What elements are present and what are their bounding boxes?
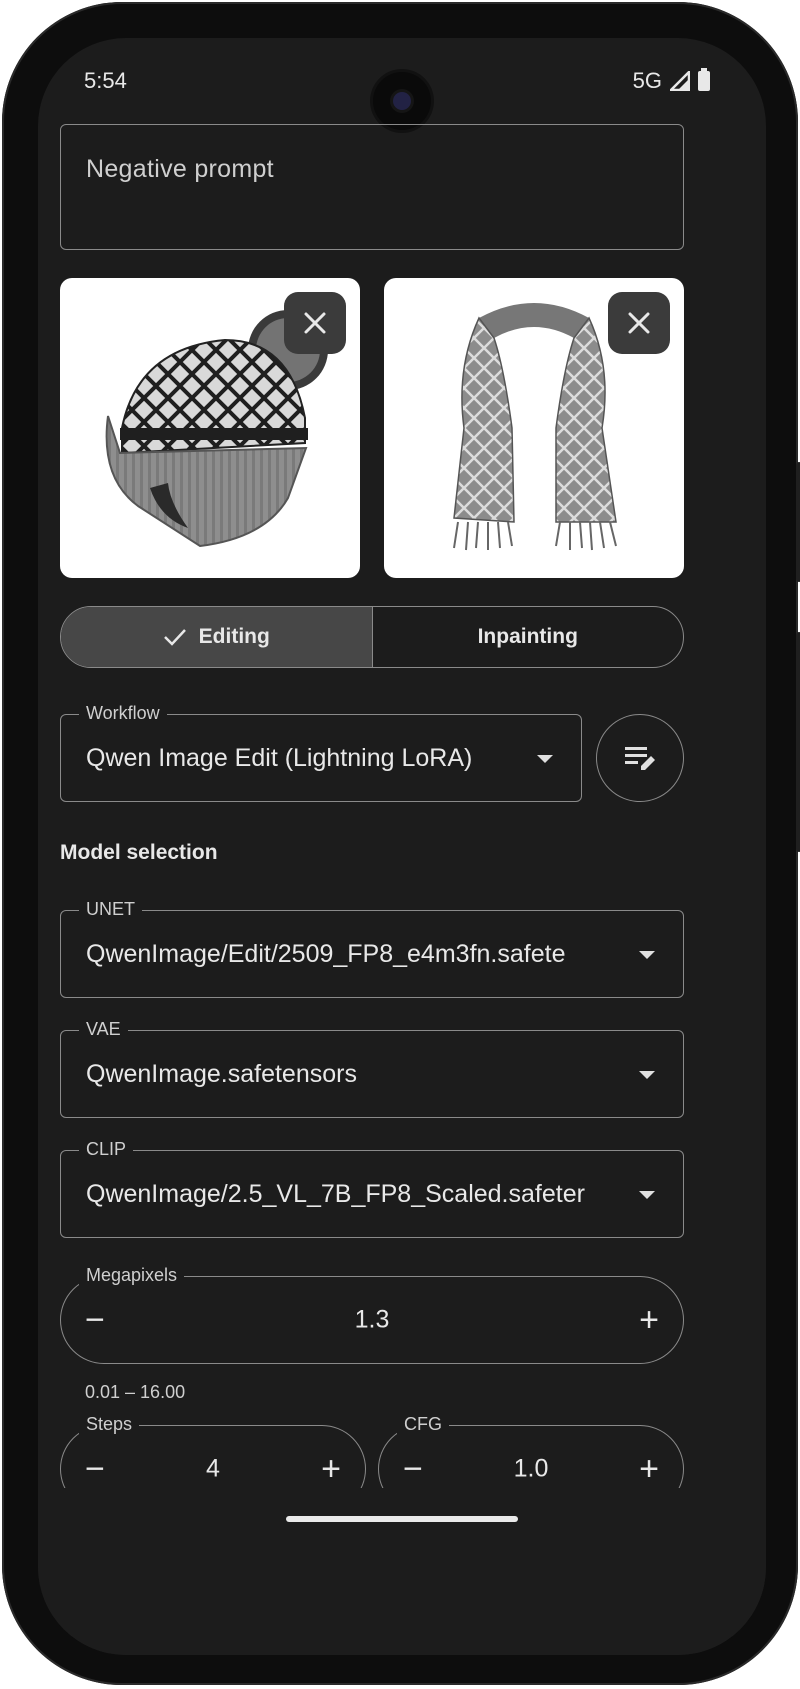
battery-icon <box>698 68 710 91</box>
chevron-down-icon <box>639 1191 655 1199</box>
status-time: 5:54 <box>84 68 127 93</box>
app-screen: 5:54 5G Negative prompt Editing Inpainti… <box>38 38 766 1655</box>
megapixels-decrement-button[interactable]: − <box>85 1303 105 1337</box>
unet-label: UNET <box>79 899 142 920</box>
scarf-image[interactable] <box>384 278 684 578</box>
workflow-label: Workflow <box>79 703 167 724</box>
unet-value: QwenImage/Edit/2509_FP8_e4m3fn.safete <box>86 940 566 968</box>
close-icon <box>304 312 326 334</box>
status-icons: 5G <box>633 68 710 94</box>
cfg-increment-button[interactable]: + <box>639 1452 659 1486</box>
chevron-down-icon <box>537 755 553 763</box>
chevron-down-icon <box>639 1071 655 1079</box>
model-selection-heading: Model selection <box>60 841 218 864</box>
signal-icon <box>670 71 690 91</box>
segment-editing-label: Editing <box>198 625 270 648</box>
steps-value[interactable]: 4 <box>206 1455 220 1484</box>
workflow-value: Qwen Image Edit (Lightning LoRA) <box>86 744 473 772</box>
remove-hat-image-button[interactable] <box>284 292 346 354</box>
megapixels-range-hint: 0.01 – 16.00 <box>85 1382 186 1402</box>
power-button <box>796 462 800 582</box>
steps-decrement-button[interactable]: − <box>85 1452 105 1486</box>
segment-inpainting-label: Inpainting <box>477 625 578 648</box>
steps-label: Steps <box>79 1414 140 1435</box>
mode-segmented-control: Editing Inpainting <box>60 606 684 668</box>
bottom-fade <box>38 1488 766 1655</box>
chevron-down-icon <box>639 951 655 959</box>
workflow-dropdown[interactable]: Workflow Qwen Image Edit (Lightning LoRA… <box>60 703 582 802</box>
segment-editing[interactable]: Editing <box>61 607 373 667</box>
megapixels-stepper: Megapixels − 1.3 + <box>60 1265 684 1364</box>
unet-dropdown[interactable]: UNET QwenImage/Edit/2509_FP8_e4m3fn.safe… <box>60 899 684 998</box>
volume-button <box>796 632 800 852</box>
clip-label: CLIP <box>79 1139 134 1160</box>
edit-workflow-button[interactable] <box>596 714 684 802</box>
status-bar: 5:54 5G <box>38 38 766 130</box>
cfg-decrement-button[interactable]: − <box>403 1452 423 1486</box>
vae-label: VAE <box>79 1019 128 1040</box>
clip-dropdown[interactable]: CLIP QwenImage/2.5_VL_7B_FP8_Scaled.safe… <box>60 1139 684 1238</box>
megapixels-value[interactable]: 1.3 <box>355 1306 390 1335</box>
remove-scarf-image-button[interactable] <box>608 292 670 354</box>
cfg-value[interactable]: 1.0 <box>514 1455 549 1484</box>
vae-value: QwenImage.safetensors <box>86 1060 357 1088</box>
steps-increment-button[interactable]: + <box>321 1452 341 1486</box>
home-indicator[interactable] <box>286 1516 518 1522</box>
check-icon <box>163 629 186 646</box>
megapixels-label: Megapixels <box>79 1265 185 1286</box>
vae-dropdown[interactable]: VAE QwenImage.safetensors <box>60 1019 684 1118</box>
front-camera <box>373 72 431 130</box>
segment-inpainting[interactable]: Inpainting <box>373 607 684 667</box>
megapixels-increment-button[interactable]: + <box>639 1303 659 1337</box>
clip-value: QwenImage/2.5_VL_7B_FP8_Scaled.safeter <box>86 1180 585 1208</box>
negative-prompt-field[interactable]: Negative prompt <box>60 124 684 250</box>
beanie-hat-image[interactable] <box>60 278 360 578</box>
network-type: 5G <box>632 68 662 93</box>
negative-prompt-placeholder: Negative prompt <box>86 155 274 183</box>
edit-list-icon <box>625 747 655 770</box>
close-icon <box>628 312 650 334</box>
cfg-label: CFG <box>397 1414 449 1435</box>
phone-frame: 5:54 5G Negative prompt Editing Inpainti… <box>2 2 800 1685</box>
